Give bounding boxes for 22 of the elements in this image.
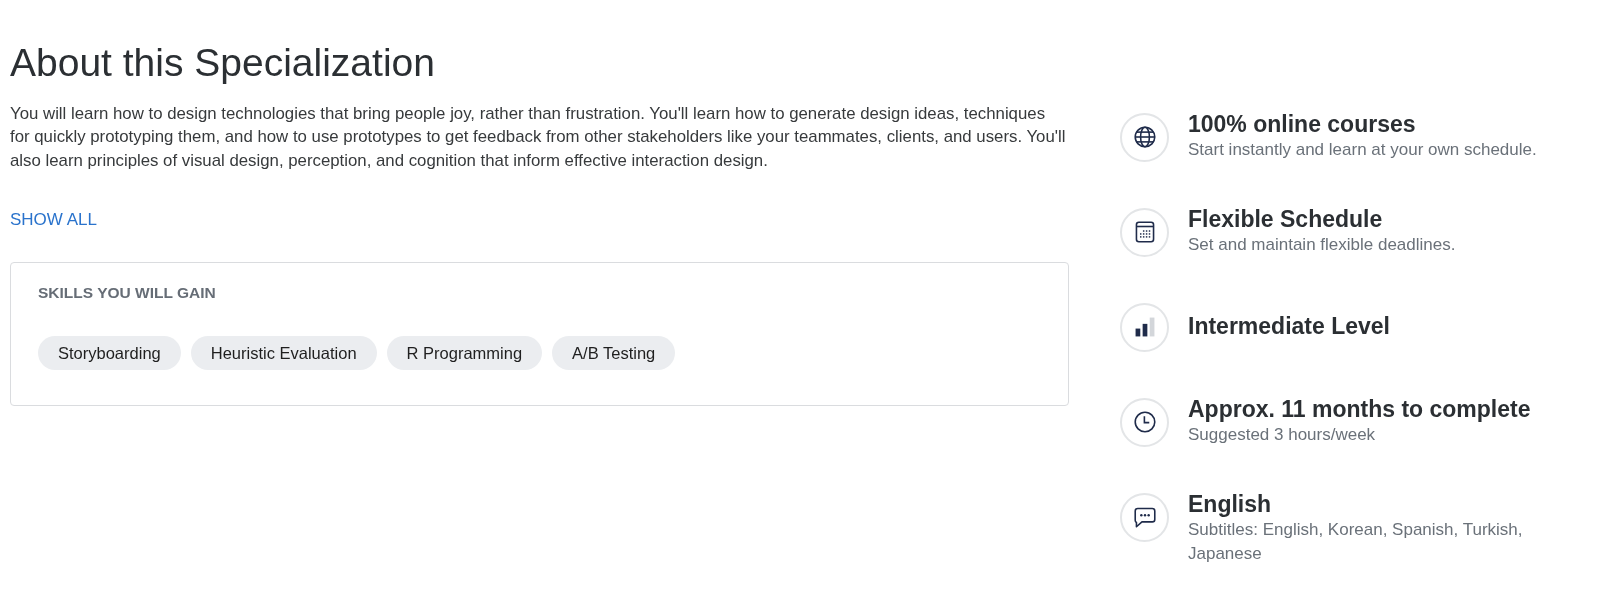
skill-tag: Storyboarding [38, 336, 181, 371]
speech-bubble-icon [1120, 492, 1169, 542]
feature-subtitle: Set and maintain flexible deadlines. [1188, 234, 1457, 256]
feature-title: Flexible Schedule [1188, 205, 1384, 233]
skill-tag: A/B Testing [552, 336, 676, 371]
feature-title: 100% online courses [1188, 110, 1417, 138]
feature-subtitle: Start instantly and learn at your own schedule. [1188, 139, 1538, 161]
feature-title: English [1188, 490, 1273, 518]
skill-tag: R Programming [386, 336, 543, 371]
feature-title: Approx. 11 months to complete [1188, 395, 1532, 423]
bar-chart-icon [1120, 302, 1169, 352]
calendar-icon [1120, 207, 1169, 257]
feature-subtitle: Suggested 3 hours/week [1188, 424, 1377, 446]
skill-tag: Heuristic Evaluation [190, 336, 377, 371]
skills-heading: SKILLS YOU WILL GAIN [38, 283, 217, 304]
globe-icon [1120, 112, 1169, 162]
section-title: About this Specialization [10, 40, 436, 86]
feature-title: Intermediate Level [1188, 312, 1391, 340]
show-all-link[interactable]: SHOW ALL [10, 208, 97, 233]
clock-icon [1120, 397, 1169, 447]
feature-subtitle: Subtitles: English, Korean, Spanish, Turkish, Japanese [1188, 519, 1524, 565]
description-text: You will learn how to design technologies that bring people joy, rather than frustration. You'll learn how to generate design ideas, techniques for quickly prototyping them, and how to use prototypes to get feedback from other stakeholders like your teammates, clients, and users. You'll also learn principles of visual design, perception, and cognition that inform effective interaction design. [10, 102, 1067, 172]
